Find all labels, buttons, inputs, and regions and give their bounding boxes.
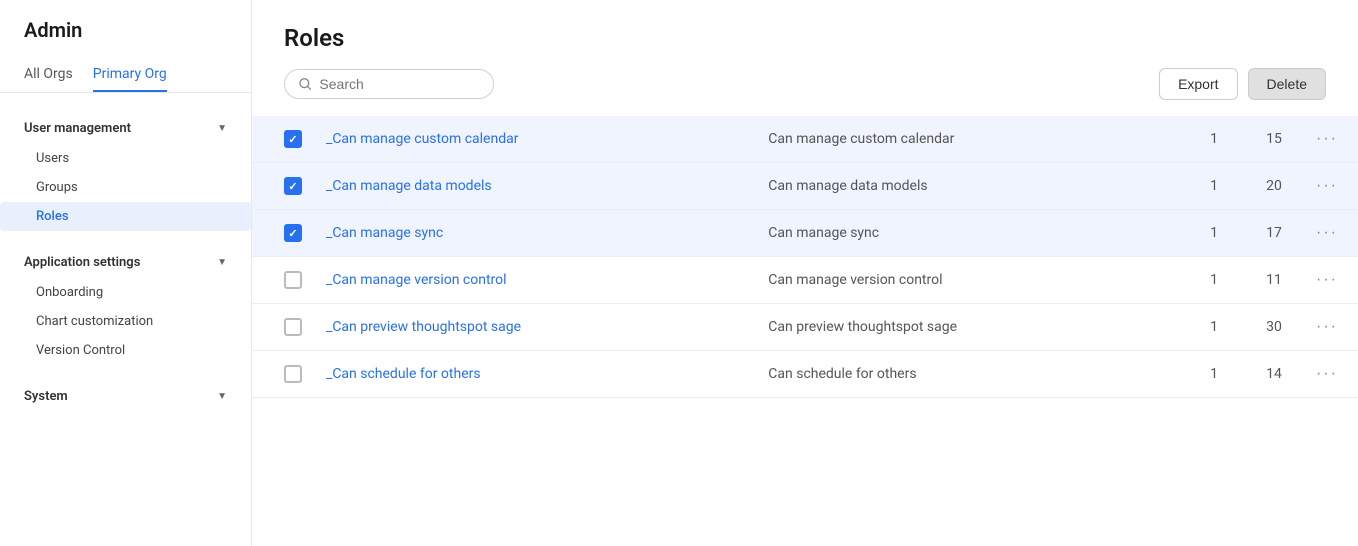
more-options-cell[interactable]: ··· bbox=[1304, 257, 1358, 304]
sidebar: Admin All Orgs Primary Org User manageme… bbox=[0, 0, 252, 546]
search-box[interactable] bbox=[284, 69, 494, 99]
search-icon bbox=[299, 77, 311, 91]
section-application-settings: Application settings ▼ Onboarding Chart … bbox=[0, 235, 251, 369]
more-options-button[interactable]: ··· bbox=[1316, 177, 1338, 195]
checkbox[interactable]: ✓ bbox=[284, 130, 302, 148]
role-description: Can manage custom calendar bbox=[756, 116, 1184, 163]
checkbox-cell[interactable] bbox=[252, 304, 314, 351]
more-options-button[interactable]: ··· bbox=[1316, 130, 1338, 148]
delete-button[interactable]: Delete bbox=[1248, 68, 1326, 100]
table-row: ✓ _Can manage syncCan manage sync117 ··· bbox=[252, 210, 1358, 257]
sidebar-item-users[interactable]: Users bbox=[0, 144, 251, 173]
checkmark-icon: ✓ bbox=[288, 181, 297, 192]
roles-table-container: ✓ _Can manage custom calendarCan manage c… bbox=[252, 116, 1358, 398]
page-title: Roles bbox=[284, 24, 1326, 52]
role-name[interactable]: _Can schedule for others bbox=[314, 351, 756, 398]
section-system: System ▼ bbox=[0, 369, 251, 416]
table-row: ✓ _Can manage data modelsCan manage data … bbox=[252, 163, 1358, 210]
role-col3: 1 bbox=[1184, 304, 1244, 351]
role-col3: 1 bbox=[1184, 210, 1244, 257]
role-col3: 1 bbox=[1184, 257, 1244, 304]
role-col4: 15 bbox=[1244, 116, 1304, 163]
more-options-button[interactable]: ··· bbox=[1316, 365, 1338, 383]
table-row: _Can preview thoughtspot sageCan preview… bbox=[252, 304, 1358, 351]
checkmark-icon: ✓ bbox=[288, 228, 297, 239]
checkbox-cell[interactable]: ✓ bbox=[252, 116, 314, 163]
role-name[interactable]: _Can manage data models bbox=[314, 163, 756, 210]
sidebar-item-version-control[interactable]: Version Control bbox=[0, 336, 251, 365]
section-header-application-settings[interactable]: Application settings ▼ bbox=[0, 247, 251, 278]
table-row: _Can schedule for othersCan schedule for… bbox=[252, 351, 1358, 398]
section-header-system[interactable]: System ▼ bbox=[0, 381, 251, 412]
checkbox[interactable] bbox=[284, 318, 302, 336]
more-options-cell[interactable]: ··· bbox=[1304, 163, 1358, 210]
role-name[interactable]: _Can manage sync bbox=[314, 210, 756, 257]
role-col3: 1 bbox=[1184, 116, 1244, 163]
roles-table: ✓ _Can manage custom calendarCan manage c… bbox=[252, 116, 1358, 398]
tab-primary-org[interactable]: Primary Org bbox=[93, 58, 167, 92]
role-col4: 17 bbox=[1244, 210, 1304, 257]
section-user-management: User management ▼ Users Groups Roles bbox=[0, 101, 251, 235]
checkmark-icon: ✓ bbox=[288, 134, 297, 145]
more-options-cell[interactable]: ··· bbox=[1304, 210, 1358, 257]
role-description: Can manage data models bbox=[756, 163, 1184, 210]
checkbox[interactable] bbox=[284, 271, 302, 289]
export-button[interactable]: Export bbox=[1159, 68, 1237, 100]
checkbox-cell[interactable] bbox=[252, 351, 314, 398]
search-input[interactable] bbox=[319, 76, 479, 92]
role-description: Can manage version control bbox=[756, 257, 1184, 304]
role-name[interactable]: _Can manage version control bbox=[314, 257, 756, 304]
checkbox[interactable] bbox=[284, 365, 302, 383]
toolbar-buttons: Export Delete bbox=[1159, 68, 1326, 100]
role-name[interactable]: _Can manage custom calendar bbox=[314, 116, 756, 163]
sidebar-item-onboarding[interactable]: Onboarding bbox=[0, 278, 251, 307]
more-options-button[interactable]: ··· bbox=[1316, 224, 1338, 242]
more-options-button[interactable]: ··· bbox=[1316, 318, 1338, 336]
section-label-system: System bbox=[24, 389, 68, 404]
sidebar-item-roles[interactable]: Roles bbox=[0, 202, 251, 231]
role-col4: 30 bbox=[1244, 304, 1304, 351]
sidebar-item-groups[interactable]: Groups bbox=[0, 173, 251, 202]
checkbox-cell[interactable] bbox=[252, 257, 314, 304]
table-row: _Can manage version controlCan manage ve… bbox=[252, 257, 1358, 304]
role-col3: 1 bbox=[1184, 163, 1244, 210]
role-col4: 11 bbox=[1244, 257, 1304, 304]
sidebar-item-chart-customization[interactable]: Chart customization bbox=[0, 307, 251, 336]
table-row: ✓ _Can manage custom calendarCan manage c… bbox=[252, 116, 1358, 163]
role-col4: 20 bbox=[1244, 163, 1304, 210]
org-tabs: All Orgs Primary Org bbox=[0, 58, 251, 93]
toolbar: Export Delete bbox=[252, 68, 1358, 116]
more-options-cell[interactable]: ··· bbox=[1304, 351, 1358, 398]
role-name[interactable]: _Can preview thoughtspot sage bbox=[314, 304, 756, 351]
main-header: Roles bbox=[252, 0, 1358, 68]
chevron-user-management: ▼ bbox=[217, 123, 227, 134]
main-content: Roles Export Delete ✓ _Can manage custom … bbox=[252, 0, 1358, 546]
checkbox-cell[interactable]: ✓ bbox=[252, 163, 314, 210]
chevron-system: ▼ bbox=[217, 391, 227, 402]
checkbox[interactable]: ✓ bbox=[284, 177, 302, 195]
section-label-user-management: User management bbox=[24, 121, 131, 136]
role-description: Can preview thoughtspot sage bbox=[756, 304, 1184, 351]
role-description: Can manage sync bbox=[756, 210, 1184, 257]
chevron-application-settings: ▼ bbox=[217, 257, 227, 268]
section-label-application-settings: Application settings bbox=[24, 255, 140, 270]
more-options-button[interactable]: ··· bbox=[1316, 271, 1338, 289]
checkbox-cell[interactable]: ✓ bbox=[252, 210, 314, 257]
more-options-cell[interactable]: ··· bbox=[1304, 304, 1358, 351]
section-header-user-management[interactable]: User management ▼ bbox=[0, 113, 251, 144]
more-options-cell[interactable]: ··· bbox=[1304, 116, 1358, 163]
checkbox[interactable]: ✓ bbox=[284, 224, 302, 242]
role-description: Can schedule for others bbox=[756, 351, 1184, 398]
role-col3: 1 bbox=[1184, 351, 1244, 398]
sidebar-admin-label: Admin bbox=[0, 0, 251, 58]
role-col4: 14 bbox=[1244, 351, 1304, 398]
tab-all-orgs[interactable]: All Orgs bbox=[24, 58, 73, 92]
